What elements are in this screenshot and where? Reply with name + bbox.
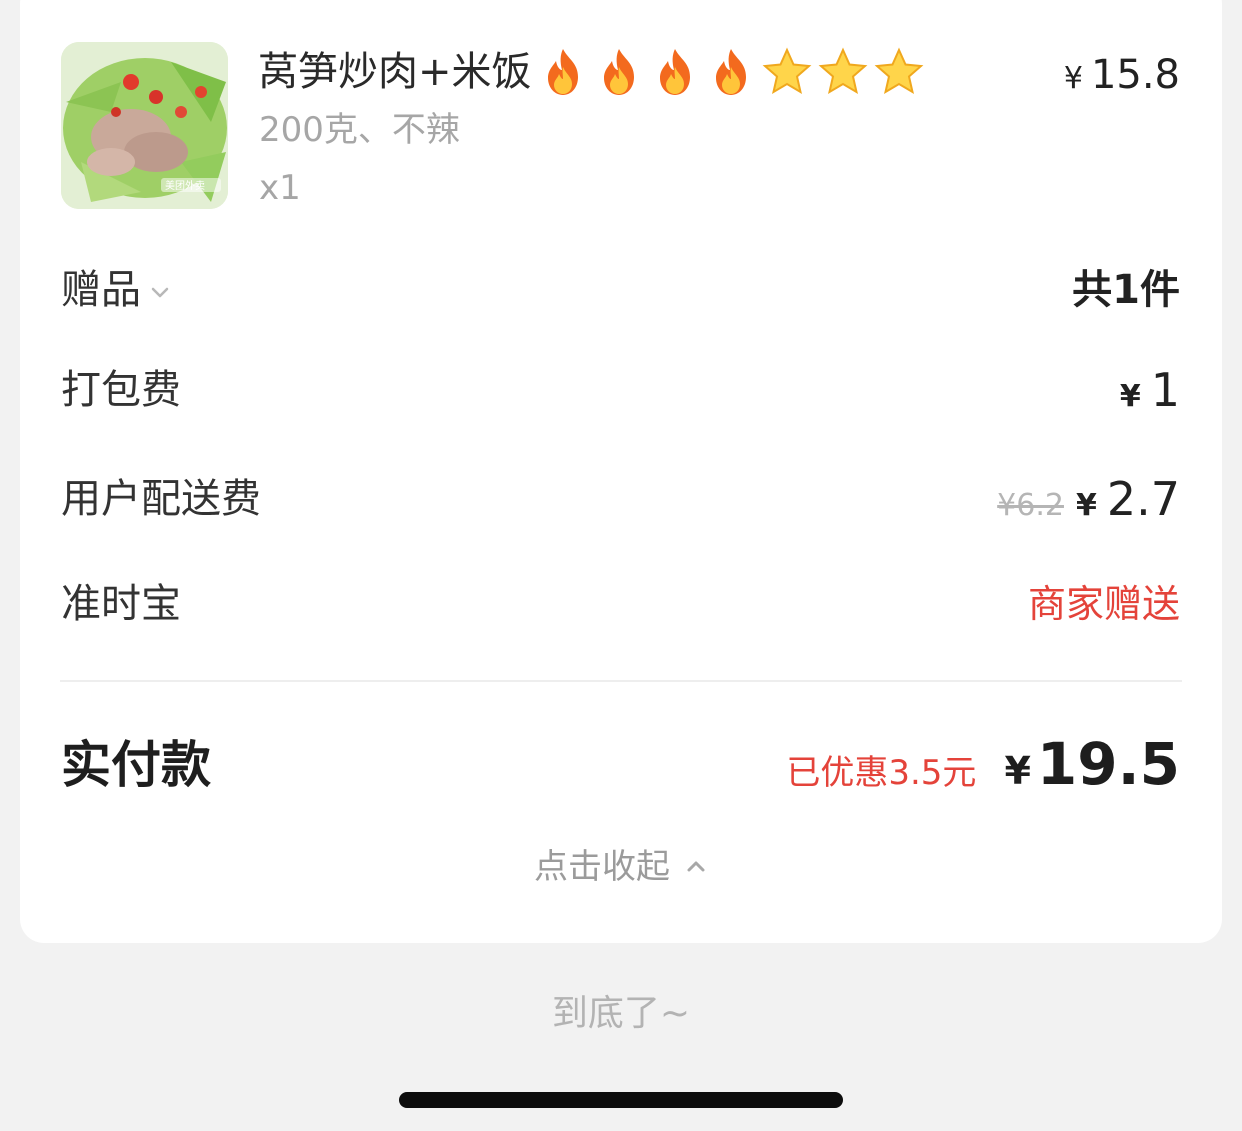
dish-badges bbox=[536, 45, 928, 99]
currency-symbol: ¥ bbox=[1063, 61, 1083, 96]
total-amount-group: 已优惠3.5元 ¥ 19.5 bbox=[786, 730, 1180, 798]
gift-toggle[interactable]: 赠品 bbox=[61, 262, 171, 318]
ontime-status: 商家赠送 bbox=[1028, 576, 1180, 632]
divider bbox=[60, 680, 1182, 682]
packing-fee-value: 1 bbox=[1150, 363, 1180, 417]
home-indicator[interactable] bbox=[399, 1092, 843, 1108]
discount-note: 已优惠3.5元 bbox=[786, 753, 977, 793]
delivery-fee-value: 2.7 bbox=[1106, 472, 1180, 526]
total-label: 实付款 bbox=[61, 736, 211, 794]
gift-value: 共1件 bbox=[1072, 267, 1180, 313]
star-icon bbox=[874, 47, 923, 95]
fire-icon bbox=[715, 49, 746, 95]
delivery-original-price: ¥6.2 bbox=[997, 488, 1064, 523]
collapse-label: 点击收起 bbox=[534, 847, 670, 887]
dish-name: 莴笋炒肉+米饭 bbox=[258, 49, 532, 95]
chevron-down-icon bbox=[149, 262, 171, 318]
collapse-button[interactable]: 点击收起 bbox=[0, 842, 1242, 892]
dish-price-value: 15.8 bbox=[1090, 52, 1180, 98]
packing-fee: ¥1 bbox=[1120, 362, 1180, 425]
delivery-fee: ¥6.2 ¥2.7 bbox=[997, 471, 1180, 534]
delivery-fee-label: 用户配送费 bbox=[61, 476, 261, 522]
packing-fee-label: 打包费 bbox=[61, 367, 181, 413]
gift-count: 共1件 bbox=[1072, 262, 1180, 318]
dish-thumbnail[interactable]: 美团外卖 bbox=[61, 42, 228, 209]
dish-quantity: x1 bbox=[259, 168, 301, 208]
currency-symbol: ¥ bbox=[1004, 749, 1031, 793]
fire-icon bbox=[547, 49, 578, 95]
currency-symbol: ¥ bbox=[1119, 379, 1141, 414]
chevron-up-icon bbox=[687, 861, 705, 872]
ontime-label: 准时宝 bbox=[61, 581, 181, 627]
gift-label: 赠品 bbox=[61, 267, 141, 313]
dish-image: 美团外卖 bbox=[61, 42, 228, 209]
currency-symbol: ¥ bbox=[1075, 488, 1097, 523]
dish-spec: 200克、不辣 bbox=[259, 110, 460, 150]
star-icon bbox=[762, 47, 811, 95]
end-of-list-note: 到底了~ bbox=[551, 993, 691, 1034]
star-icon bbox=[818, 47, 867, 95]
fire-icon bbox=[603, 49, 634, 95]
thumbnail-watermark: 美团外卖 bbox=[165, 179, 205, 192]
dish-title-row: 莴笋炒肉+米饭 bbox=[258, 40, 928, 104]
total-amount: 19.5 bbox=[1036, 730, 1180, 798]
dish-price: ¥15.8 bbox=[1064, 48, 1180, 106]
fire-icon bbox=[659, 49, 690, 95]
ontime-value: 商家赠送 bbox=[1027, 582, 1180, 626]
